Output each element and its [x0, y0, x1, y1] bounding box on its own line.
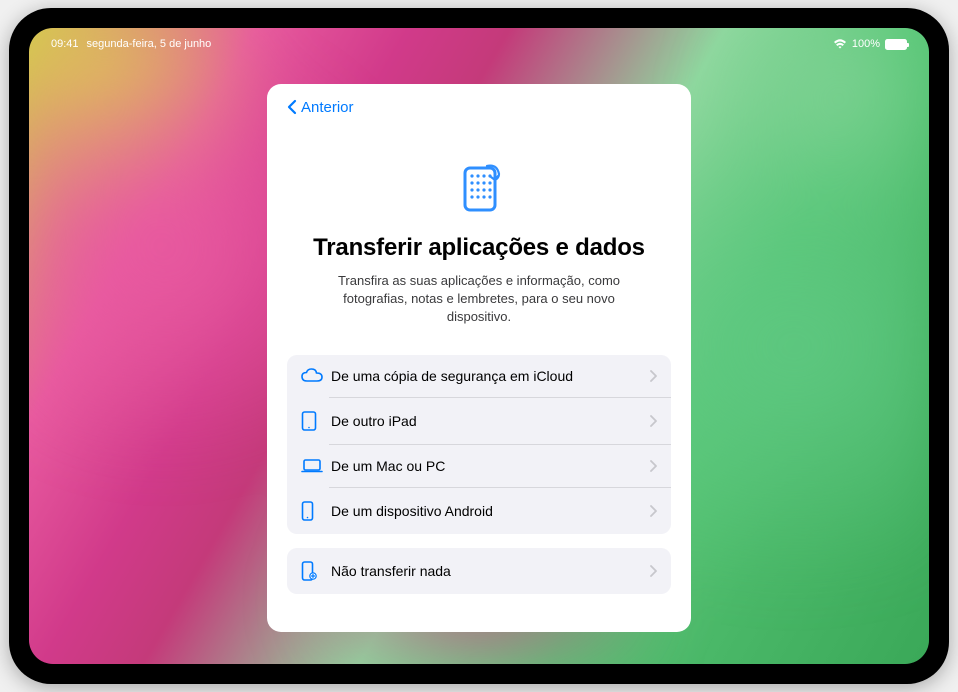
battery-percent: 100%	[852, 38, 880, 50]
option-label: De um dispositivo Android	[329, 503, 650, 519]
transfer-hero-icon	[287, 160, 671, 220]
status-date: segunda-feira, 5 de junho	[87, 38, 212, 50]
options-secondary-group: Não transferir nada	[287, 548, 671, 594]
status-bar: 09:41 segunda-feira, 5 de junho 100%	[29, 34, 929, 54]
chevron-right-icon	[650, 505, 657, 517]
phone-icon	[287, 501, 329, 521]
option-label: De outro iPad	[329, 413, 650, 429]
chevron-right-icon	[650, 415, 657, 427]
chevron-left-icon	[287, 98, 299, 116]
option-label: De uma cópia de segurança em iCloud	[329, 368, 650, 384]
option-label: De um Mac ou PC	[329, 458, 650, 474]
option-android[interactable]: De um dispositivo Android	[329, 487, 671, 534]
options-primary-group: De uma cópia de segurança em iCloud De o…	[287, 355, 671, 534]
phone-plus-icon	[301, 561, 329, 581]
option-dont-transfer[interactable]: Não transferir nada	[287, 548, 671, 594]
option-label: Não transferir nada	[329, 563, 650, 579]
screen: 09:41 segunda-feira, 5 de junho 100% Ant…	[29, 28, 929, 664]
battery-icon	[885, 39, 907, 50]
option-other-ipad[interactable]: De outro iPad	[329, 397, 671, 444]
page-title: Transferir aplicações e dados	[287, 234, 671, 262]
chevron-right-icon	[650, 370, 657, 382]
status-time: 09:41	[51, 38, 79, 50]
page-subtitle: Transfira as suas aplicações e informaçã…	[287, 272, 671, 327]
wifi-icon	[833, 39, 847, 49]
laptop-icon	[287, 459, 329, 473]
cloud-icon	[301, 368, 329, 384]
ipad-icon	[287, 411, 329, 431]
setup-modal: Anterior Transferir aplicações e dados T…	[267, 84, 691, 632]
chevron-right-icon	[650, 565, 657, 577]
chevron-right-icon	[650, 460, 657, 472]
back-label: Anterior	[301, 99, 354, 116]
back-button[interactable]: Anterior	[287, 98, 354, 116]
ipad-frame: 09:41 segunda-feira, 5 de junho 100% Ant…	[9, 8, 949, 684]
option-mac-pc[interactable]: De um Mac ou PC	[329, 444, 671, 487]
option-icloud-backup[interactable]: De uma cópia de segurança em iCloud	[287, 355, 671, 397]
